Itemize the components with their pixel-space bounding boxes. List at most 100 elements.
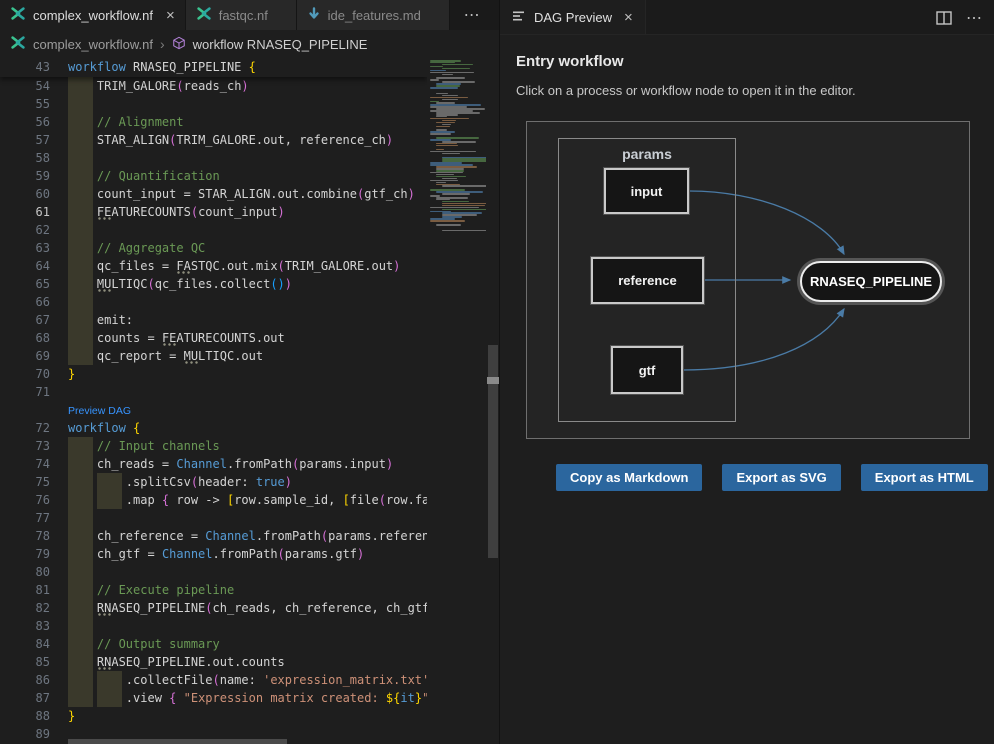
minimap-line — [442, 99, 458, 101]
code-line[interactable]: 84 // Output summary — [0, 635, 427, 653]
code-line[interactable]: 69 qc_report = MULTIQC.out — [0, 347, 427, 365]
code-line[interactable]: 86 .collectFile(name: 'expression_matrix… — [0, 671, 427, 689]
code-line[interactable]: 83 — [0, 617, 427, 635]
line-number: 86 — [0, 671, 50, 689]
code-line[interactable]: 78 ch_reference = Channel.fromPath(param… — [0, 527, 427, 545]
tab-dag-preview[interactable]: DAG Preview × — [500, 0, 646, 34]
tab-complex-workflow[interactable]: complex_workflow.nf × — [0, 0, 186, 30]
more-tabs-icon[interactable]: ⋯ — [450, 0, 496, 30]
tab-ide-features[interactable]: ide_features.md × — [297, 0, 450, 30]
code-line[interactable]: 87 .view { "Expression matrix created: $… — [0, 689, 427, 707]
sticky-scroll-line[interactable]: 43workflow RNASEQ_PIPELINE { — [0, 58, 427, 77]
overview-ruler-marker — [487, 377, 499, 384]
line-number: 65 — [0, 275, 50, 293]
line-number: 73 — [0, 437, 50, 455]
minimap-line — [430, 151, 476, 153]
line-number: 75 — [0, 473, 50, 491]
line-number: 63 — [0, 239, 50, 257]
minimap[interactable] — [428, 58, 486, 744]
minimap-line — [430, 97, 468, 99]
breadcrumb[interactable]: complex_workflow.nf › workflow RNASEQ_PI… — [0, 30, 499, 58]
split-editor-icon[interactable] — [936, 11, 952, 25]
node-gtf[interactable]: gtf — [611, 346, 683, 394]
breadcrumb-file[interactable]: complex_workflow.nf — [33, 37, 153, 52]
breadcrumb-symbol[interactable]: workflow RNASEQ_PIPELINE — [193, 37, 368, 52]
line-number: 87 — [0, 689, 50, 707]
code-editor[interactable]: 43workflow RNASEQ_PIPELINE { 54 TRIM_GAL… — [0, 58, 427, 744]
minimap-line — [442, 178, 457, 180]
line-number: 78 — [0, 527, 50, 545]
line-number: 70 — [0, 365, 50, 383]
code-line[interactable]: 79 ch_gtf = Channel.fromPath(params.gtf) — [0, 545, 427, 563]
code-line[interactable]: 59 // Quantification — [0, 167, 427, 185]
code-line[interactable]: 75 .splitCsv(header: true) — [0, 473, 427, 491]
minimap-line — [442, 185, 486, 187]
close-icon[interactable]: × — [624, 9, 633, 26]
code-line[interactable]: 58 — [0, 149, 427, 167]
code-lines: 54 TRIM_GALORE(reads_ch)5556 // Alignmen… — [0, 77, 427, 743]
code-line[interactable]: 62 — [0, 221, 427, 239]
code-line[interactable]: 68 counts = FEATURECOUNTS.out — [0, 329, 427, 347]
dag-diagram: params input reference gtf RNASEQ_PIPELI… — [526, 121, 970, 439]
tab-label: fastqc.nf — [219, 8, 268, 23]
code-line[interactable]: 57 STAR_ALIGN(TRIM_GALORE.out, reference… — [0, 131, 427, 149]
node-reference[interactable]: reference — [591, 257, 704, 304]
code-line[interactable]: 70} — [0, 365, 427, 383]
code-line[interactable]: 80 — [0, 563, 427, 581]
line-number: 56 — [0, 113, 50, 131]
line-number: 55 — [0, 95, 50, 113]
export-buttons: Copy as Markdown Export as SVG Export as… — [556, 464, 988, 491]
code-line[interactable]: 63 // Aggregate QC — [0, 239, 427, 257]
code-line[interactable]: 60 count_input = STAR_ALIGN.out.combine(… — [0, 185, 427, 203]
more-actions-icon[interactable]: ⋯ — [966, 8, 984, 28]
code-line[interactable]: 81 // Execute pipeline — [0, 581, 427, 599]
tab-label: ide_features.md — [328, 8, 421, 23]
code-line[interactable]: 61 FEATURECOUNTS(count_input) — [0, 203, 427, 221]
code-line[interactable]: 65 MULTIQC(qc_files.collect()) — [0, 275, 427, 293]
node-rnaseq-pipeline[interactable]: RNASEQ_PIPELINE — [800, 261, 942, 302]
code-line[interactable]: 43workflow RNASEQ_PIPELINE { — [0, 58, 427, 76]
line-number: 76 — [0, 491, 50, 509]
code-line[interactable]: 64 qc_files = FASTQC.out.mix(TRIM_GALORE… — [0, 257, 427, 275]
code-line[interactable]: 66 — [0, 293, 427, 311]
code-line[interactable]: 72workflow { — [0, 419, 427, 437]
minimap-line — [430, 72, 474, 74]
export-as-html-button[interactable]: Export as HTML — [861, 464, 988, 491]
code-line[interactable]: 55 — [0, 95, 427, 113]
tab-label: complex_workflow.nf — [33, 8, 153, 23]
code-line[interactable]: 82 RNASEQ_PIPELINE(ch_reads, ch_referenc… — [0, 599, 427, 617]
line-number: 81 — [0, 581, 50, 599]
minimap-line — [430, 133, 451, 135]
code-line[interactable]: 85 RNASEQ_PIPELINE.out.counts — [0, 653, 427, 671]
close-icon[interactable]: × — [166, 8, 175, 23]
code-line[interactable]: 71 — [0, 383, 427, 401]
minimap-line — [442, 124, 451, 126]
codelens-row[interactable]: Preview DAG — [0, 401, 427, 419]
markdown-icon — [307, 7, 321, 24]
horizontal-scrollbar[interactable] — [68, 739, 287, 744]
code-line[interactable]: 73 // Input channels — [0, 437, 427, 455]
line-number: 61 — [0, 203, 50, 221]
indent-highlight — [68, 95, 93, 113]
code-line[interactable]: 74 ch_reads = Channel.fromPath(params.in… — [0, 455, 427, 473]
copy-as-markdown-button[interactable]: Copy as Markdown — [556, 464, 702, 491]
line-number: 64 — [0, 257, 50, 275]
line-number: 80 — [0, 563, 50, 581]
code-line[interactable]: 67 emit: — [0, 311, 427, 329]
minimap-line — [436, 224, 461, 226]
minimap-line — [430, 220, 465, 222]
code-line[interactable]: 54 TRIM_GALORE(reads_ch) — [0, 77, 427, 95]
vertical-scrollbar[interactable] — [487, 58, 499, 744]
line-number: 85 — [0, 653, 50, 671]
line-number: 62 — [0, 221, 50, 239]
code-line[interactable]: 88} — [0, 707, 427, 725]
export-as-svg-button[interactable]: Export as SVG — [722, 464, 840, 491]
nextflow-icon — [10, 6, 26, 24]
line-number: 43 — [0, 58, 50, 76]
tab-fastqc[interactable]: fastqc.nf × — [186, 0, 297, 30]
node-input[interactable]: input — [604, 168, 689, 214]
code-line[interactable]: 76 .map { row -> [row.sample_id, [file(r… — [0, 491, 427, 509]
code-line[interactable]: 56 // Alignment — [0, 113, 427, 131]
code-line[interactable]: 77 — [0, 509, 427, 527]
line-number: 84 — [0, 635, 50, 653]
